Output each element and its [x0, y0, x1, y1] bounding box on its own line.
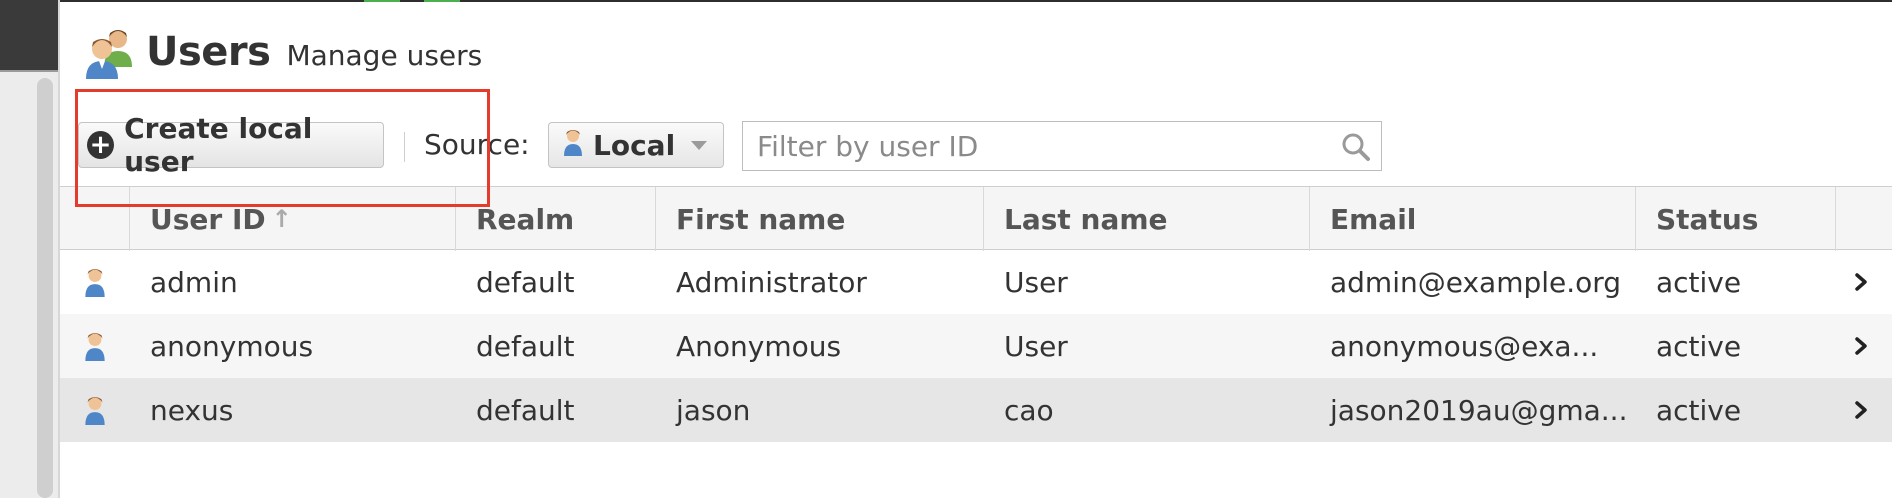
cell-user-id: nexus: [150, 393, 234, 427]
cell-user-id: admin: [150, 265, 238, 299]
page-subtitle: Manage users: [286, 38, 483, 72]
search-icon[interactable]: [1341, 132, 1371, 162]
toolbar-separator: [404, 132, 405, 162]
cell-last-name: cao: [1004, 393, 1054, 427]
cell-realm: default: [476, 265, 575, 299]
cell-last-name: User: [1004, 265, 1068, 299]
users-table: User ID ↑ Realm First name Last name Ema…: [60, 186, 1892, 442]
column-header-actions: [1836, 187, 1892, 251]
column-header-label: Realm: [476, 202, 575, 236]
cell-realm: default: [476, 329, 575, 363]
column-header-user-id[interactable]: User ID ↑: [130, 187, 456, 251]
column-header-last-name[interactable]: Last name: [984, 187, 1310, 251]
create-button-label: Create local user: [124, 112, 313, 178]
source-value: Local: [593, 128, 676, 162]
sidebar-header: [0, 0, 60, 70]
column-header-first-name[interactable]: First name: [656, 187, 984, 251]
left-sidebar-chrome: [0, 0, 60, 498]
filter-field[interactable]: [742, 121, 1382, 171]
divider: [0, 70, 60, 72]
user-icon: [60, 250, 130, 314]
column-header-label: Status: [1656, 202, 1759, 236]
cell-first-name: Anonymous: [676, 329, 842, 363]
users-panel: Users Manage users + Create local user S…: [60, 2, 1892, 498]
cell-first-name: jason: [676, 393, 751, 427]
user-icon: [60, 314, 130, 378]
create-local-user-button[interactable]: + Create local user: [78, 112, 384, 178]
filter-input[interactable]: [755, 128, 1319, 164]
users-icon: [80, 23, 138, 81]
column-header-label: User ID: [150, 202, 266, 236]
table-header: User ID ↑ Realm First name Last name Ema…: [60, 186, 1892, 251]
table-row[interactable]: admin default Administrator User admin@e…: [60, 250, 1892, 314]
cell-email: anonymous@exa...: [1330, 329, 1599, 363]
column-header-email[interactable]: Email: [1310, 187, 1636, 251]
scrollbar[interactable]: [37, 78, 53, 498]
column-header-icon: [60, 187, 130, 251]
chevron-right-icon[interactable]: [1854, 332, 1868, 360]
cell-last-name: User: [1004, 329, 1068, 363]
chevron-right-icon[interactable]: [1854, 396, 1868, 424]
column-header-label: First name: [676, 202, 846, 236]
cell-status: active: [1656, 265, 1742, 299]
cell-email: jason2019au@gma...: [1330, 393, 1628, 427]
chevron-right-icon[interactable]: [1854, 268, 1868, 296]
user-icon: [563, 128, 583, 163]
column-header-label: Email: [1330, 202, 1417, 236]
cell-user-id: anonymous: [150, 329, 314, 363]
column-header-realm[interactable]: Realm: [456, 187, 656, 251]
plus-icon: +: [87, 131, 115, 159]
cell-first-name: Administrator: [676, 265, 867, 299]
cell-status: active: [1656, 329, 1742, 363]
cell-realm: default: [476, 393, 575, 427]
source-label: Source:: [424, 128, 530, 161]
page-title: Users: [146, 29, 271, 75]
cell-email: admin@example.org: [1330, 265, 1622, 299]
column-header-status[interactable]: Status: [1636, 187, 1836, 251]
caret-down-icon: [691, 140, 707, 150]
user-icon: [60, 378, 130, 442]
source-select[interactable]: Local: [548, 122, 724, 168]
table-row[interactable]: nexus default jason cao jason2019au@gma.…: [60, 378, 1892, 442]
table-row[interactable]: anonymous default Anonymous User anonymo…: [60, 314, 1892, 378]
cell-status: active: [1656, 393, 1742, 427]
column-header-label: Last name: [1004, 202, 1168, 236]
page-header: Users Manage users: [80, 22, 482, 82]
sort-ascending-icon: ↑: [271, 205, 292, 233]
